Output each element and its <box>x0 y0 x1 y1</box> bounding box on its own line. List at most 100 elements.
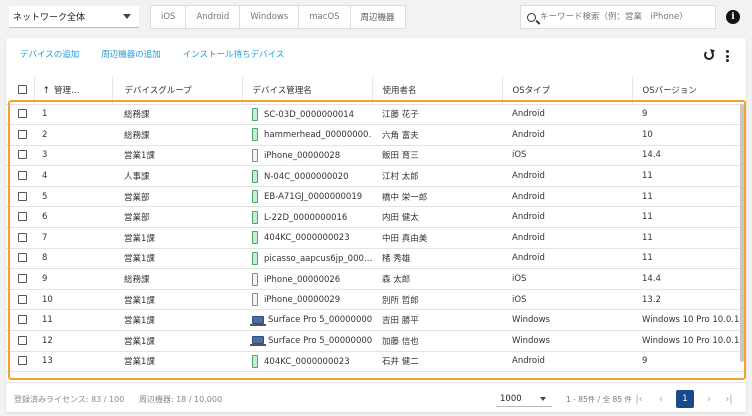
col-header-user[interactable]: 使用者名 <box>372 76 503 105</box>
table-row[interactable]: 5 営業部 EB-A71GJ_0000000019 橋中 栄一郎 Android 11 <box>6 186 746 208</box>
device-name-text[interactable]: N-04C_0000000020 <box>264 172 349 182</box>
table-row[interactable]: 12 営業1課 Surface Pro 5_00000000… 加藤 信也 Window… <box>6 330 746 352</box>
more-options-icon[interactable] <box>726 50 730 62</box>
device-name-text[interactable]: L-22D_0000000016 <box>264 213 347 223</box>
row-checkbox[interactable] <box>18 171 27 181</box>
cell-device-name: SC-03D_0000000014 <box>242 104 372 126</box>
table-row[interactable]: 13 営業1課 404KC_0000000023 石井 健二 Android 9 <box>6 351 746 373</box>
table-row[interactable]: 6 営業部 L-22D_0000000016 内田 健太 Android 11 <box>6 206 746 229</box>
device-name-text[interactable]: 404KC_0000000023 <box>264 233 350 243</box>
add-device-link[interactable]: デバイスの追加 <box>20 48 79 64</box>
cell-device-name: iPhone_00000026 <box>242 268 372 290</box>
android-phone-icon <box>252 210 258 224</box>
cell-device-name: 404KC_0000000023 <box>242 351 372 373</box>
row-checkbox[interactable] <box>18 253 27 263</box>
iphone-icon <box>252 272 258 286</box>
per-page-select[interactable]: 1000 <box>496 391 552 407</box>
next-page-icon[interactable]: › <box>702 390 716 408</box>
tab-windows[interactable]: Windows <box>240 6 300 28</box>
tab-ios[interactable]: iOS <box>151 6 187 28</box>
cell-device-name: Surface Pro 5_00000000… <box>242 309 372 332</box>
row-checkbox-cell <box>6 309 34 332</box>
row-checkbox[interactable] <box>18 356 27 366</box>
row-checkbox-cell <box>6 124 34 146</box>
license-info: 登録済みライセンス: 83 / 100 周辺機器: 18 / 10,000 <box>14 394 222 405</box>
cell-group: 総務課 <box>112 268 242 290</box>
table-row[interactable]: 9 総務課 iPhone_00000026 森 太郎 iOS 14.4 <box>6 268 746 290</box>
refresh-icon[interactable] <box>704 50 714 60</box>
tab-android[interactable]: Android <box>186 6 241 28</box>
info-icon[interactable]: i <box>726 10 740 24</box>
last-page-icon[interactable]: ›| <box>722 390 736 408</box>
cell-user: 江村 太郎 <box>372 165 502 187</box>
device-name-text[interactable]: picasso_aapcus6jp_000… <box>264 254 372 264</box>
cell-os-type: Android <box>502 124 632 146</box>
col-header-os-type[interactable]: OSタイプ <box>502 76 633 105</box>
table-row[interactable]: 11 営業1課 Surface Pro 5_00000000… 吉田 勝平 Window… <box>6 309 746 332</box>
device-name-text[interactable]: iPhone_00000028 <box>264 151 340 161</box>
first-page-icon[interactable]: |‹ <box>632 390 646 408</box>
select-all-checkbox[interactable] <box>18 84 27 94</box>
cell-id: 8 <box>34 248 112 270</box>
cell-os-version: 11 <box>632 248 746 270</box>
caret-down-icon <box>123 14 131 19</box>
table-row[interactable]: 7 営業1課 404KC_0000000023 中田 真由美 Android 11 <box>6 227 746 249</box>
device-name-text[interactable]: iPhone_00000026 <box>264 275 340 285</box>
scrollbar-thumb[interactable] <box>740 104 744 362</box>
pending-install-link[interactable]: インストール待ちデバイス <box>183 48 285 64</box>
col-header-device-name[interactable]: デバイス管理名 <box>242 76 373 105</box>
device-name-text[interactable]: Surface Pro 5_00000000… <box>268 315 372 325</box>
table-row[interactable]: 10 営業1課 iPhone_00000029 別所 哲郎 iOS 13.2 <box>6 289 746 311</box>
cell-id: 9 <box>34 268 112 290</box>
table-row[interactable]: 3 営業1課 iPhone_00000028 飯田 育三 iOS 14.4 <box>6 145 746 167</box>
cell-os-version: 11 <box>632 165 746 187</box>
license-count: 登録済みライセンス: 83 / 100 <box>14 395 125 404</box>
device-name-text[interactable]: 404KC_0000000023 <box>264 357 350 367</box>
cell-id: 5 <box>34 186 112 208</box>
row-checkbox[interactable] <box>18 315 27 325</box>
row-checkbox[interactable] <box>18 294 27 304</box>
col-header-os-version[interactable]: OSバージョン <box>632 76 746 105</box>
android-phone-icon <box>252 128 258 142</box>
tab-macos[interactable]: macOS <box>299 6 351 28</box>
cell-user: 内田 健太 <box>372 206 502 229</box>
device-name-text[interactable]: hammerhead_00000000… <box>264 130 372 140</box>
cell-id: 4 <box>34 165 112 187</box>
col-header-group[interactable]: デバイスグループ <box>112 76 243 105</box>
row-checkbox-cell <box>6 104 34 126</box>
cell-group: 総務課 <box>112 124 242 146</box>
cell-os-version: Windows 10 Pro 10.0.17134 <box>632 309 746 332</box>
table-row[interactable]: 4 人事課 N-04C_0000000020 江村 太郎 Android 11 <box>6 165 746 187</box>
row-checkbox[interactable] <box>18 212 27 222</box>
tab-peripherals[interactable]: 周辺機器 <box>351 6 405 28</box>
cell-id: 6 <box>34 206 112 229</box>
col-header-id[interactable]: ↑ 管理… <box>34 76 113 105</box>
table-row[interactable]: 2 総務課 hammerhead_00000000… 六角 富夫 Android 10 <box>6 124 746 146</box>
select-all-cell <box>6 76 35 105</box>
add-peripheral-link[interactable]: 周辺機器の追加 <box>101 48 161 64</box>
device-name-text[interactable]: iPhone_00000029 <box>264 295 340 305</box>
device-name-text[interactable]: EB-A71GJ_0000000019 <box>264 192 362 202</box>
table-row[interactable]: 1 総務課 SC-03D_0000000014 江藤 花子 Android 9 <box>6 104 746 126</box>
row-checkbox[interactable] <box>18 129 27 139</box>
row-checkbox[interactable] <box>18 232 27 242</box>
cell-device-name: iPhone_00000028 <box>242 145 372 167</box>
device-name-text[interactable]: Surface Pro 5_00000000… <box>268 336 372 346</box>
network-select[interactable]: ネットワーク全体 <box>9 6 139 28</box>
cell-group: 営業1課 <box>112 351 242 373</box>
laptop-icon <box>250 315 266 326</box>
row-checkbox[interactable] <box>18 191 27 201</box>
cell-group: 総務課 <box>112 104 242 126</box>
cell-os-version: 11 <box>632 186 746 208</box>
row-checkbox[interactable] <box>18 335 27 345</box>
row-checkbox-cell <box>6 351 34 373</box>
search-input[interactable] <box>540 12 710 22</box>
prev-page-icon[interactable]: ‹ <box>654 390 668 408</box>
row-checkbox[interactable] <box>18 109 27 119</box>
table-row[interactable]: 8 営業1課 picasso_aapcus6jp_000… 楮 秀雄 Android 11 <box>6 248 746 270</box>
row-checkbox[interactable] <box>18 274 27 284</box>
row-checkbox[interactable] <box>18 150 27 160</box>
current-page-button[interactable]: 1 <box>676 390 694 408</box>
per-page-value: 1000 <box>500 393 522 404</box>
device-name-text[interactable]: SC-03D_0000000014 <box>264 110 354 120</box>
